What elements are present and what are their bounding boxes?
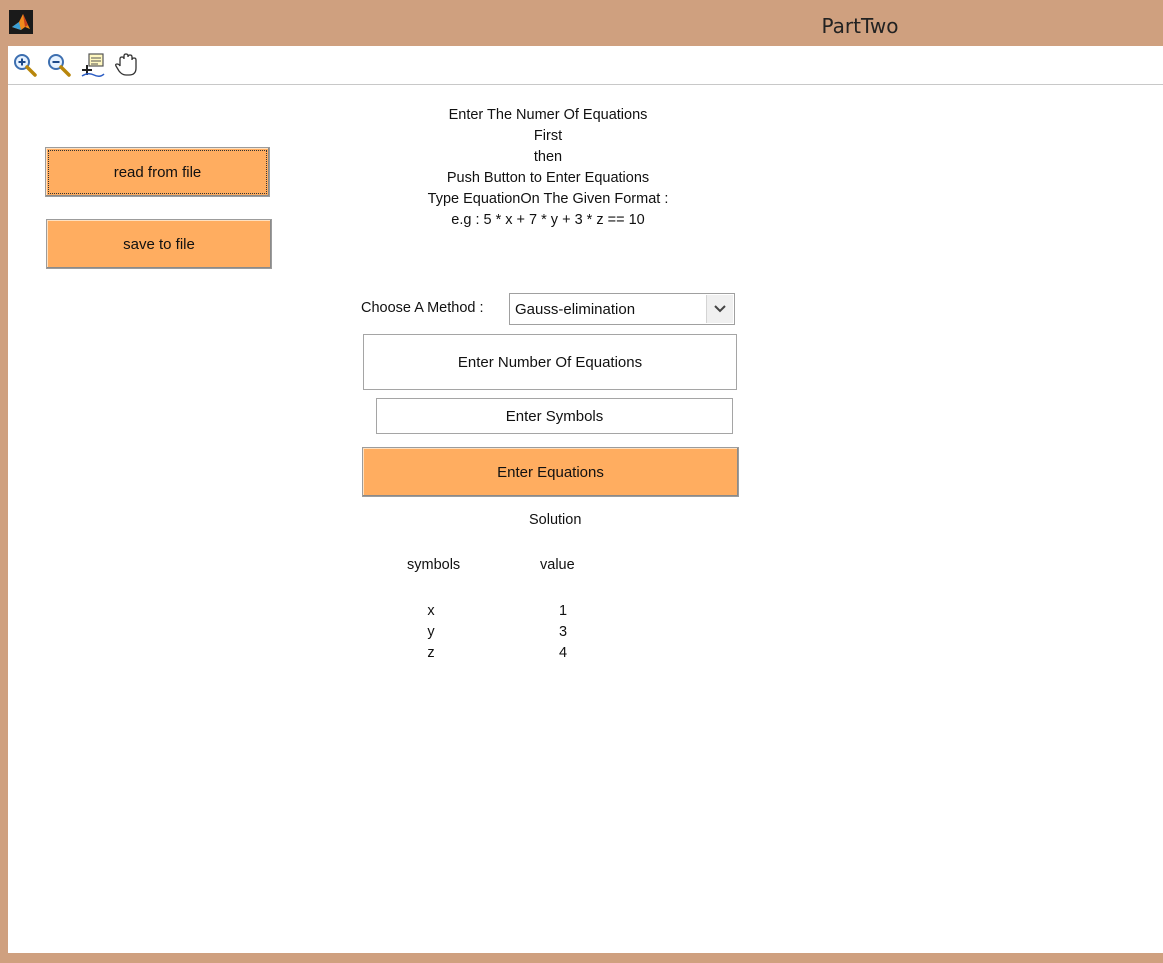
data-cursor-icon[interactable] <box>80 52 106 78</box>
window-bottom-border <box>0 953 1163 963</box>
title-bar[interactable]: PartTwo <box>0 0 1163 46</box>
method-label: Choose A Method : <box>361 300 484 316</box>
matlab-logo-icon <box>9 10 33 34</box>
solution-title: Solution <box>529 512 582 528</box>
app-window: PartTwo read from file save to file Ente… <box>0 0 1163 963</box>
num-equations-input[interactable]: Enter Number Of Equations <box>363 334 737 390</box>
enter-equations-button[interactable]: Enter Equations <box>362 447 739 497</box>
window-title: PartTwo <box>821 14 899 38</box>
zoom-out-icon[interactable] <box>46 52 72 78</box>
symbol-cell: y <box>427 624 435 640</box>
save-to-file-button[interactable]: save to file <box>46 219 272 269</box>
chevron-down-icon <box>714 305 726 313</box>
value-cell: 4 <box>558 645 568 661</box>
instructions-text: Enter The Numer Of Equations First then … <box>348 105 748 231</box>
pan-hand-icon[interactable] <box>114 52 140 78</box>
method-select[interactable]: Gauss-elimination <box>509 293 735 325</box>
figure-canvas: read from file save to file Enter The Nu… <box>8 85 1163 953</box>
value-cell: 1 <box>558 603 568 619</box>
symbol-cell: z <box>427 645 435 661</box>
instruction-line: Type EquationOn The Given Format : <box>427 191 669 207</box>
instruction-line: Enter The Numer Of Equations <box>448 107 648 123</box>
value-cell: 3 <box>558 624 568 640</box>
symbols-column: x y z <box>419 601 443 664</box>
read-from-file-button[interactable]: read from file <box>45 147 270 197</box>
instruction-line: then <box>533 149 563 165</box>
instruction-line: Push Button to Enter Equations <box>446 170 650 186</box>
method-selected-value: Gauss-elimination <box>515 301 636 318</box>
symbol-cell: x <box>427 603 435 619</box>
dropdown-arrow[interactable] <box>706 295 733 323</box>
instruction-line: First <box>533 128 563 144</box>
symbols-header: symbols <box>407 557 461 573</box>
zoom-in-icon[interactable] <box>12 52 38 78</box>
instruction-line: e.g : 5 * x + 7 * y + 3 * z == 10 <box>451 212 645 228</box>
value-header: value <box>540 557 575 573</box>
figure-toolbar <box>8 46 1163 85</box>
symbols-input[interactable]: Enter Symbols <box>376 398 733 434</box>
value-column: 1 3 4 <box>551 601 575 664</box>
